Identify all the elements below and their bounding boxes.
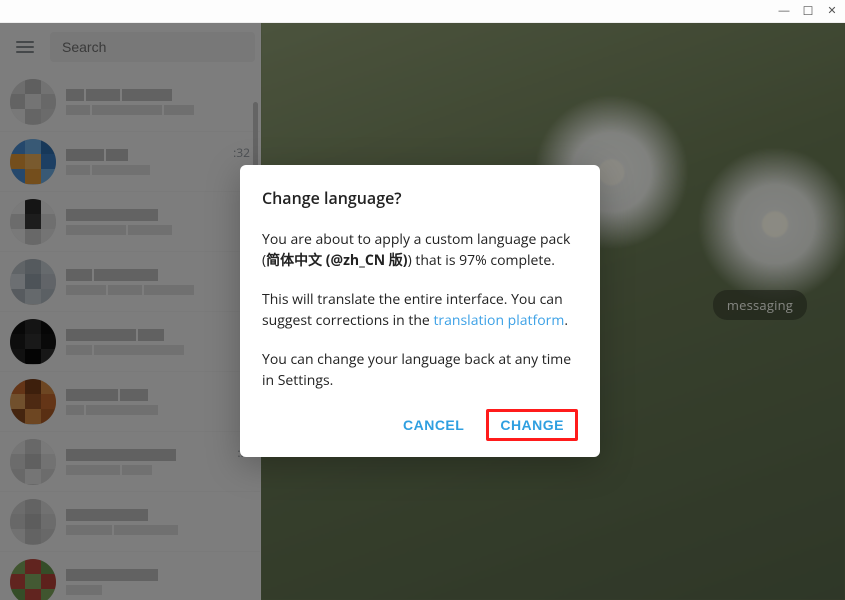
dialog-paragraph-1: You are about to apply a custom language… <box>262 229 578 271</box>
dialog-paragraph-3: You can change your language back at any… <box>262 349 578 391</box>
cancel-button[interactable]: CANCEL <box>389 409 478 441</box>
dialog-text: ) that is 97% complete. <box>408 251 555 270</box>
translation-platform-link[interactable]: translation platform <box>433 311 564 330</box>
change-button[interactable]: CHANGE <box>486 409 578 441</box>
dialog-text: . <box>564 311 568 330</box>
dialog-paragraph-2: This will translate the entire interface… <box>262 289 578 331</box>
window-close-button[interactable]: ✕ <box>825 4 839 18</box>
window-maximize-button[interactable]: ☐ <box>801 4 815 18</box>
dialog-title: Change language? <box>262 187 578 209</box>
window-minimize-button[interactable]: — <box>777 4 791 18</box>
title-bar: — ☐ ✕ <box>0 0 845 23</box>
change-language-dialog: Change language? You are about to apply … <box>240 165 600 457</box>
app-window: — ☐ ✕ <box>0 0 845 600</box>
dialog-actions: CANCEL CHANGE <box>262 409 578 441</box>
dialog-body: You are about to apply a custom language… <box>262 229 578 391</box>
language-pack-name: 简体中文 (@zh_CN 版) <box>266 251 407 270</box>
